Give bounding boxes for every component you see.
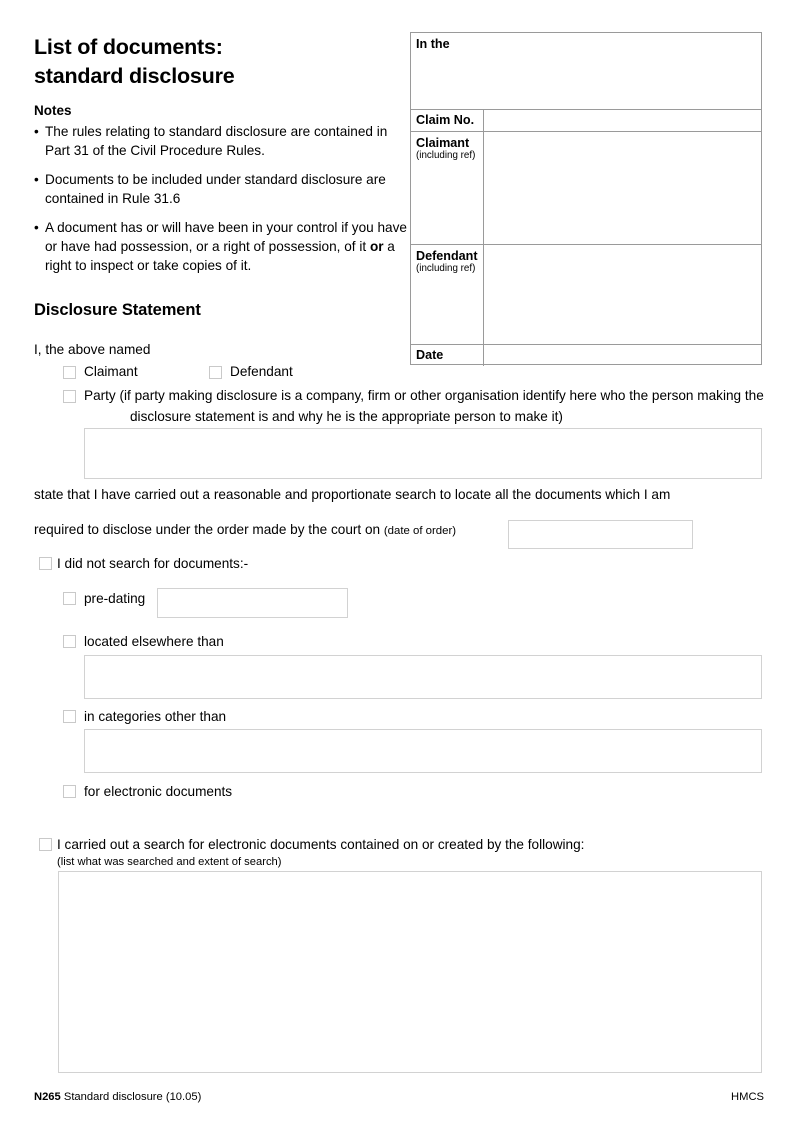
notes-heading: Notes — [34, 103, 72, 118]
checkbox-pre-dating[interactable] — [63, 592, 76, 605]
date-of-order-field[interactable] — [508, 520, 693, 549]
checkbox-in-categories-other[interactable] — [63, 710, 76, 723]
checkbox-defendant[interactable] — [209, 366, 222, 379]
bullet-glyph: • — [34, 124, 39, 139]
claimant-label-text: Claimant — [416, 136, 470, 150]
note-item: • The rules relating to standard disclos… — [34, 123, 409, 160]
checkbox-for-electronic-documents[interactable] — [63, 785, 76, 798]
footer-form-code: N265 — [34, 1091, 61, 1103]
statement-line-1: state that I have carried out a reasonab… — [34, 487, 671, 502]
in-categories-other-label: in categories other than — [84, 709, 227, 724]
note-item-text: The rules relating to standard disclosur… — [45, 124, 388, 158]
date-label: Date — [416, 348, 444, 362]
statement-line-2: required to disclose under the order mad… — [34, 521, 456, 540]
bullet-glyph: • — [34, 220, 39, 236]
checkbox-party[interactable] — [63, 390, 76, 403]
note-item-text: Documents to be included under standard … — [45, 172, 386, 206]
page-title: List of documents: standard disclosure — [34, 33, 394, 91]
disclosure-statement-heading: Disclosure Statement — [34, 301, 201, 319]
in-the-value[interactable] — [416, 55, 757, 105]
court-row-claimant: Claimant (including ref) — [411, 131, 761, 244]
footer-form-description: Standard disclosure (10.05) — [63, 1091, 202, 1103]
defendant-value[interactable] — [489, 249, 757, 337]
in-categories-other-field[interactable] — [84, 729, 762, 773]
defendant-sublabel: (including ref) — [416, 263, 476, 274]
notes-list: • The rules relating to standard disclos… — [34, 123, 409, 286]
checkbox-did-not-search[interactable] — [39, 557, 52, 570]
page-title-line-1: List of documents: — [34, 35, 223, 59]
located-elsewhere-label: located elsewhere than — [84, 634, 224, 649]
party-detail-field[interactable] — [84, 428, 762, 479]
electronic-search-field[interactable] — [58, 871, 762, 1073]
claimant-value[interactable] — [489, 136, 757, 236]
court-row-in-the: In the — [411, 33, 761, 109]
defendant-label-text: Defendant — [416, 249, 478, 263]
court-row-defendant: Defendant (including ref) — [411, 244, 761, 344]
electronic-search-hint: (list what was searched and extent of se… — [57, 856, 282, 868]
court-column-divider — [483, 345, 484, 366]
court-details-box: In the Claim No. Claimant (including ref… — [410, 32, 762, 366]
claim-no-value[interactable] — [489, 113, 757, 129]
checkbox-claimant-label: Claimant — [84, 364, 138, 379]
defendant-label: Defendant (including ref) — [416, 249, 478, 275]
bullet-glyph: • — [34, 172, 39, 188]
court-column-divider — [483, 110, 484, 131]
page-title-line-2: standard disclosure — [34, 64, 235, 88]
statement-line-2-prefix: required to disclose under the order mad… — [34, 522, 381, 537]
court-row-date: Date — [411, 344, 761, 366]
checkbox-party-label-line-2: disclosure statement is and why he is th… — [130, 409, 563, 424]
note-item: • A document has or will have been in yo… — [34, 219, 409, 275]
claimant-label: Claimant (including ref) — [416, 136, 475, 162]
checkbox-electronic-search[interactable] — [39, 838, 52, 851]
for-electronic-documents-label: for electronic documents — [84, 784, 233, 799]
pre-dating-label: pre-dating — [84, 591, 146, 606]
date-of-order-hint: (date of order) — [383, 525, 457, 537]
court-row-claim-no: Claim No. — [411, 109, 761, 131]
checkbox-located-elsewhere[interactable] — [63, 635, 76, 648]
form-page: List of documents: standard disclosure N… — [0, 0, 800, 1131]
footer-form-reference: N265 Standard disclosure (10.05) — [34, 1091, 201, 1103]
footer-agency: HMCS — [731, 1091, 764, 1103]
date-value[interactable] — [489, 348, 757, 364]
court-column-divider — [483, 132, 484, 244]
claim-no-label: Claim No. — [416, 113, 475, 127]
in-the-label: In the — [416, 37, 450, 51]
checkbox-party-label-line-1: Party (if party making disclosure is a c… — [84, 388, 764, 403]
electronic-search-label: I carried out a search for electronic do… — [57, 837, 585, 852]
checkbox-defendant-label: Defendant — [230, 364, 293, 379]
pre-dating-field[interactable] — [157, 588, 348, 618]
checkbox-claimant[interactable] — [63, 366, 76, 379]
did-not-search-label: I did not search for documents:- — [57, 556, 249, 571]
above-named-label: I, the above named — [34, 342, 151, 357]
located-elsewhere-field[interactable] — [84, 655, 762, 699]
note-item: • Documents to be included under standar… — [34, 171, 409, 208]
court-column-divider — [483, 245, 484, 344]
note-item-text: A document has or will have been in your… — [45, 220, 407, 273]
claimant-sublabel: (including ref) — [416, 150, 476, 161]
